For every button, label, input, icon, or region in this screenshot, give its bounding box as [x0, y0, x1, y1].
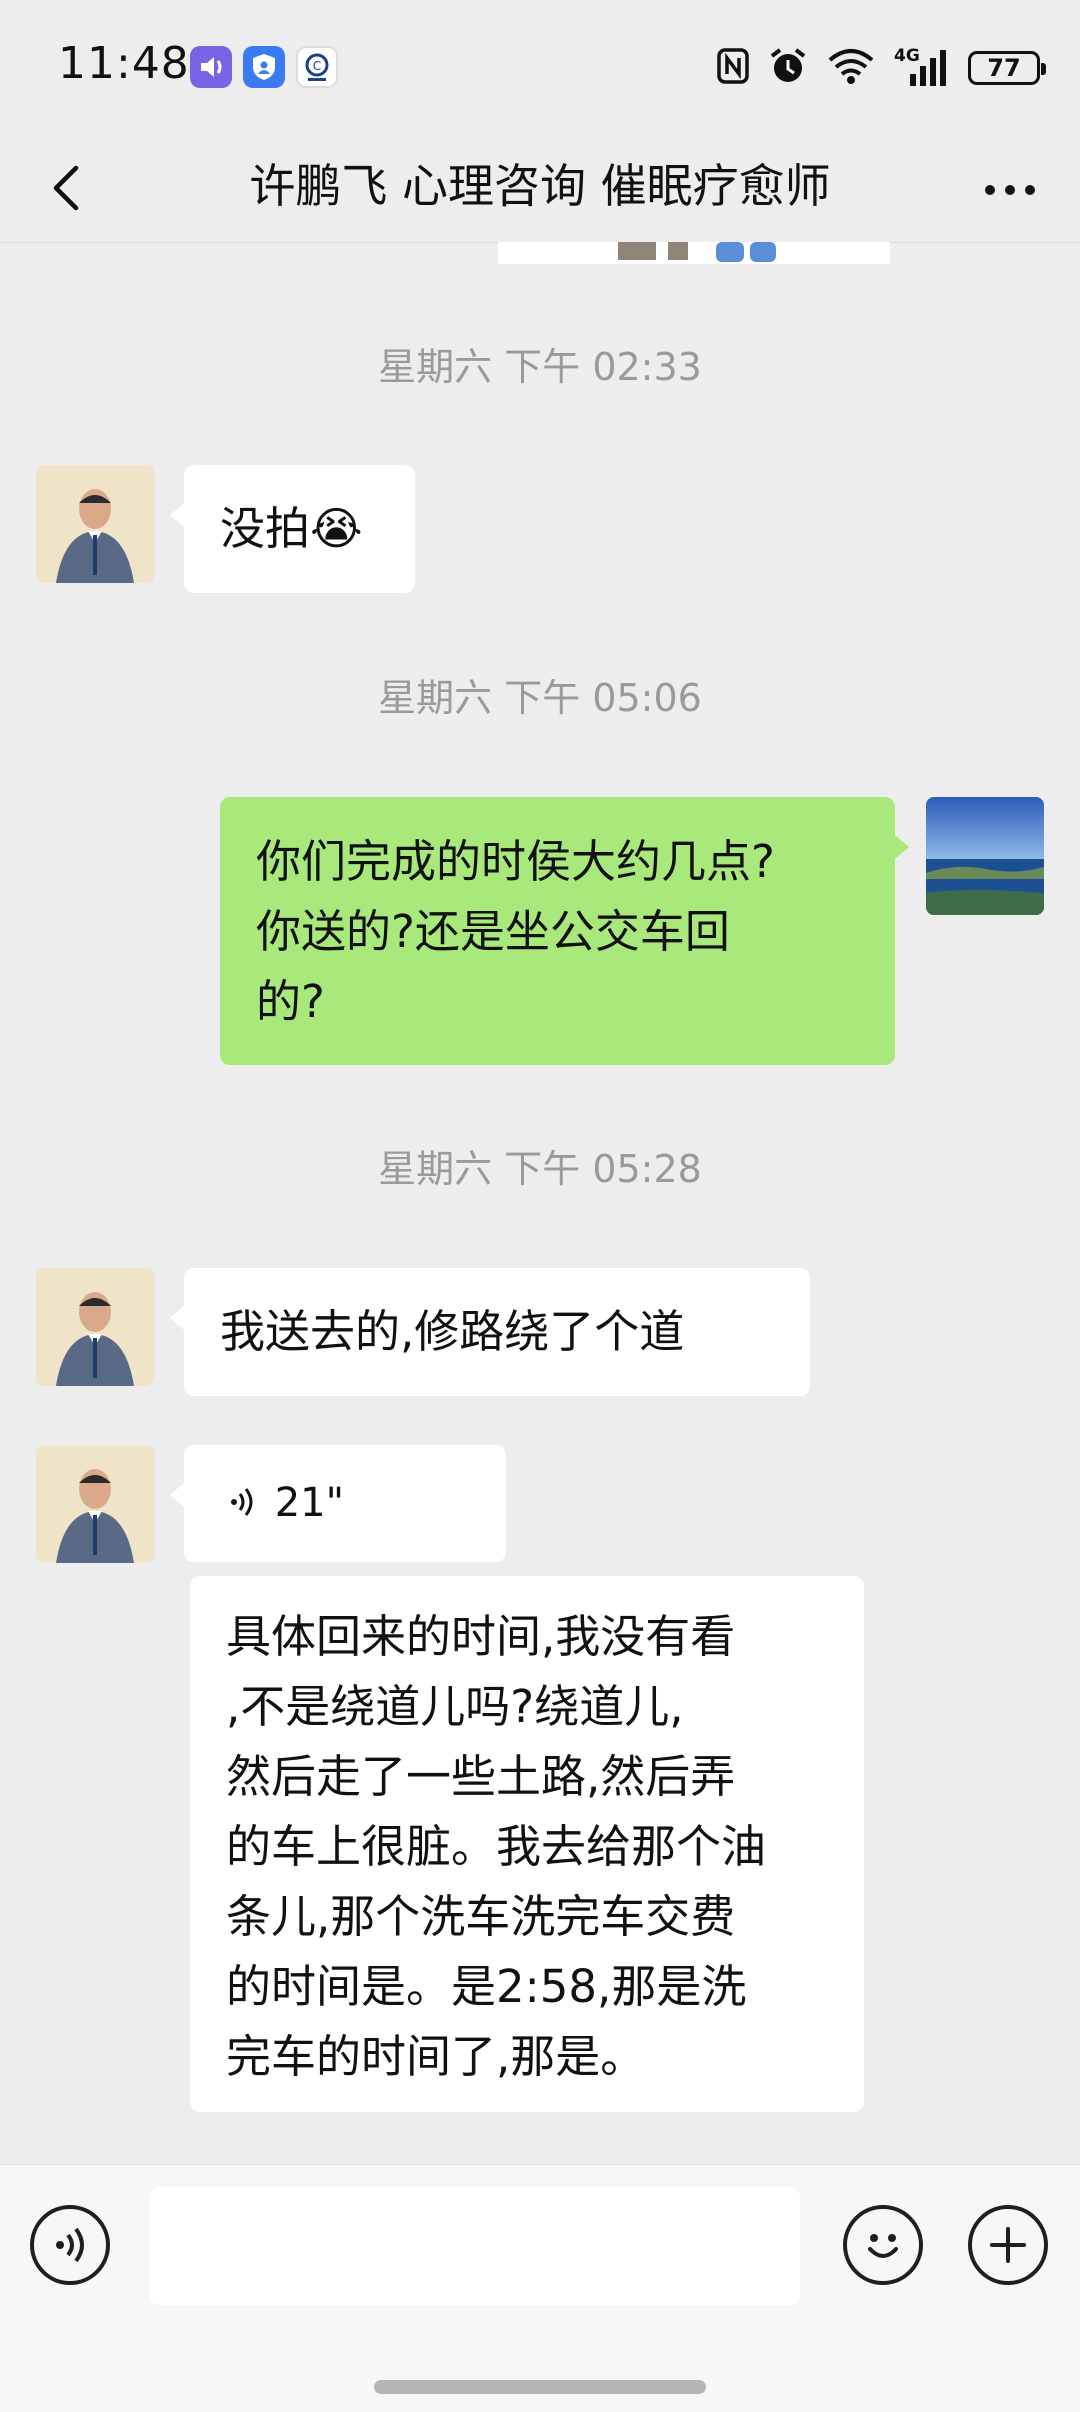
voice-duration: 21" [274, 1480, 345, 1526]
voice-transcript-bubble[interactable]: 具体回来的时间,我没有看 ,不是绕道儿吗?绕道儿, 然后走了一些土路,然后弄 的… [190, 1576, 864, 2112]
transcript-line: ,不是绕道儿吗?绕道儿, [226, 1680, 684, 1733]
message-input[interactable] [150, 2187, 800, 2305]
transcript-line: 具体回来的时间,我没有看 [226, 1610, 736, 1663]
more-functions-button[interactable] [968, 2205, 1048, 2285]
message-text: 我送去的,修路绕了个道 [220, 1305, 685, 1358]
contact-avatar[interactable] [36, 1268, 154, 1386]
emoji-button[interactable] [843, 2205, 923, 2285]
contact-avatar[interactable] [36, 1445, 154, 1563]
transcript-line: 完车的时间了,那是。 [226, 2030, 646, 2083]
emoji-icon [868, 2234, 898, 2258]
transcript-line: 条儿,那个洗车洗完车交费 [226, 1890, 736, 1943]
signal-icon: 4G [894, 46, 950, 88]
volume-app-icon [190, 46, 232, 88]
timestamp: 星期六 下午 05:06 [378, 676, 702, 720]
status-icons: 4G 77 [716, 46, 1046, 90]
more-options-button[interactable] [970, 160, 1050, 220]
battery-icon: 77 [968, 51, 1046, 85]
svg-text:C: C [313, 59, 321, 73]
message-bubble-outgoing[interactable]: 你们完成的时侯大约几点? 你送的?还是坐公交车回 的? [220, 797, 909, 1065]
wifi-icon [826, 46, 876, 90]
chat-header: 许鹏飞 心理咨询 催眠疗愈师 [0, 130, 1080, 243]
plus-icon [990, 2227, 1026, 2263]
message-text-line: 你们完成的时侯大约几点? [256, 835, 775, 888]
alarm-icon [768, 46, 808, 90]
crying-emoji-icon: 😭 [310, 502, 363, 555]
nfc-icon [716, 47, 750, 89]
transcript-line: 然后走了一些土路,然后弄 [226, 1750, 736, 1803]
image-message-partial[interactable] [498, 242, 890, 264]
message-text: 没拍 [220, 502, 311, 555]
voice-message-bubble[interactable]: 21" [170, 1445, 506, 1562]
voice-wave-icon [231, 1488, 253, 1516]
transcript-line: 的时间是。是2:58,那是洗 [226, 1960, 747, 2013]
message-text-line: 的? [256, 975, 325, 1028]
message-bubble-incoming[interactable]: 没拍😭 [170, 465, 415, 593]
transcript-line: 的车上很脏。我去给那个油 [226, 1820, 767, 1873]
shield-app-icon [243, 46, 285, 88]
voice-input-icon [56, 2227, 84, 2263]
input-bar [0, 2164, 1080, 2412]
back-button[interactable] [40, 148, 120, 228]
status-bar: 11:48 C 4G 77 [0, 0, 1080, 130]
timestamp: 星期六 下午 05:28 [378, 1147, 702, 1191]
timestamp: 星期六 下午 02:33 [378, 345, 702, 389]
message-text-line: 你送的?还是坐公交车回 [256, 905, 730, 958]
status-time: 11:48 [58, 38, 190, 89]
contact-avatar[interactable] [36, 465, 154, 583]
battery-level: 77 [987, 54, 1021, 82]
my-avatar[interactable] [926, 797, 1044, 915]
home-indicator[interactable] [374, 2380, 706, 2394]
more-dots-icon [985, 185, 1035, 195]
message-bubble-incoming[interactable]: 我送去的,修路绕了个道 [170, 1268, 810, 1396]
chat-title[interactable]: 许鹏飞 心理咨询 催眠疗愈师 [160, 150, 920, 216]
voice-input-button[interactable] [30, 2205, 110, 2285]
chevron-left-icon [53, 165, 79, 211]
clean-app-icon: C [296, 46, 338, 88]
